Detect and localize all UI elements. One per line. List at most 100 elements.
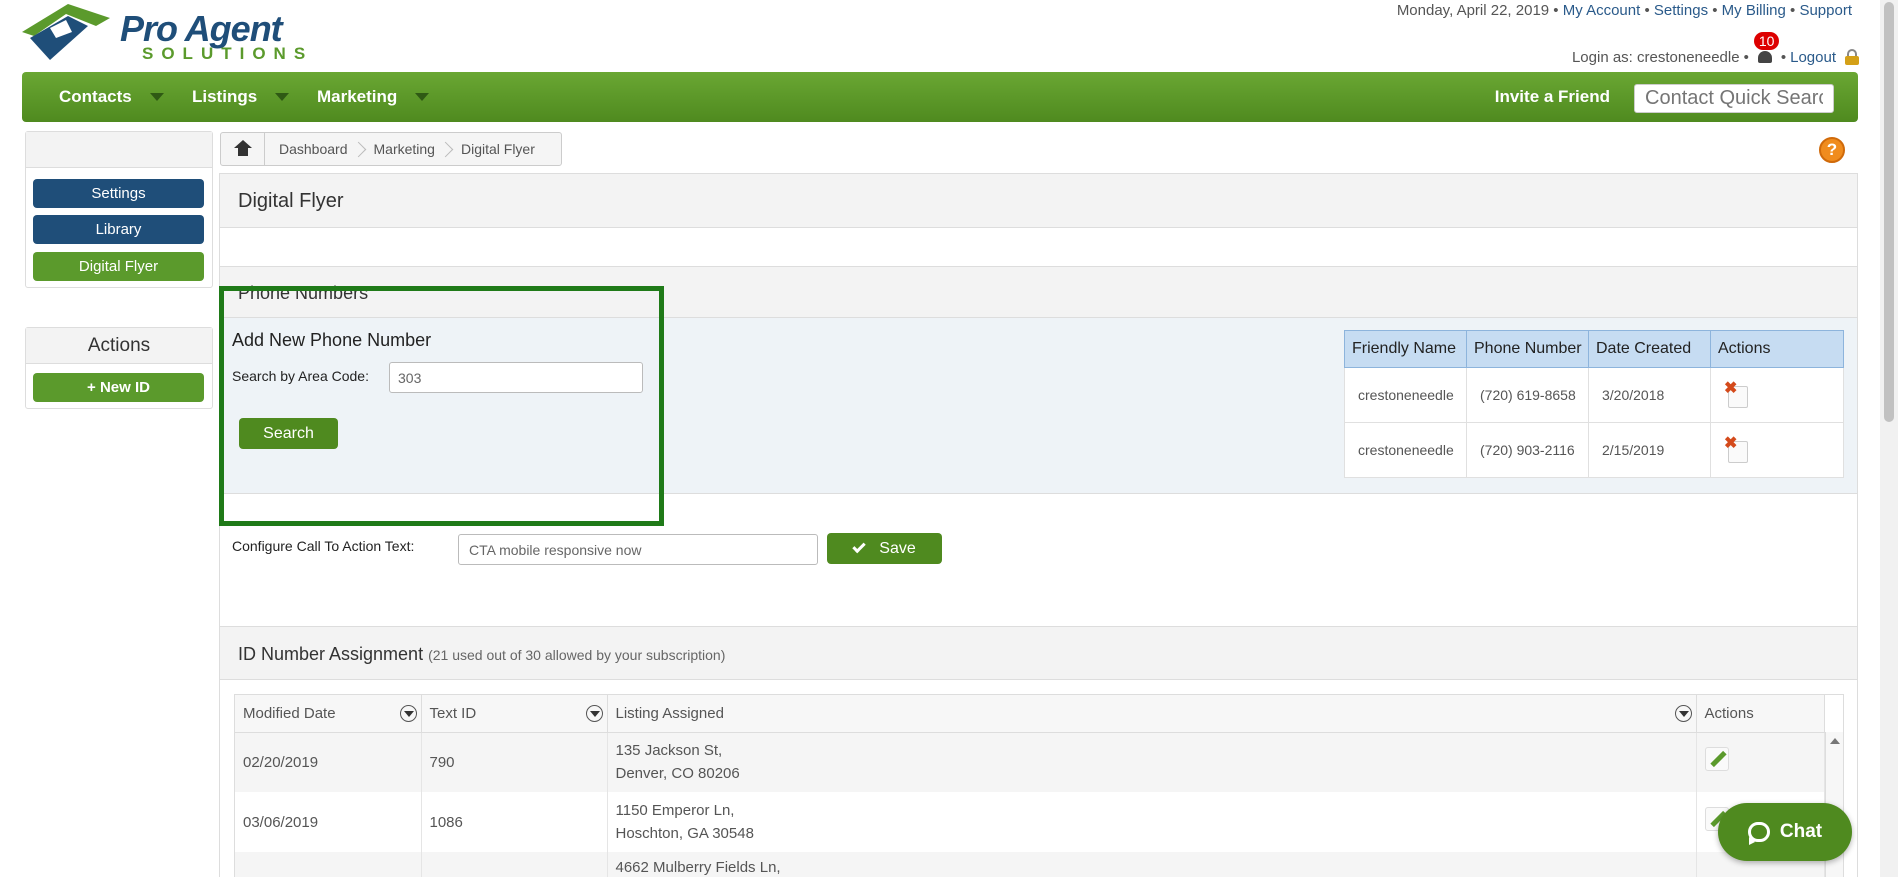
nav-contacts-label: Contacts <box>59 87 132 106</box>
filter-icon[interactable] <box>399 705 417 722</box>
chat-label: Chat <box>1779 821 1823 842</box>
phone-number-cell: (720) 903-2116 <box>1466 422 1589 478</box>
my-account-link[interactable]: My Account <box>1563 2 1641 19</box>
save-button[interactable]: Save <box>827 533 942 564</box>
phone-number-cell: (720) 619-8658 <box>1466 367 1589 423</box>
sidebar-menu: Settings Library Digital Flyer <box>25 131 213 288</box>
caret-down-icon <box>275 93 290 101</box>
text-id-cell: 790 <box>421 732 608 792</box>
modified-date-cell: 03/06/2019 <box>235 792 422 852</box>
col-actions: Actions <box>1696 695 1825 733</box>
col-listing-assigned-label: Listing Assigned <box>615 704 724 722</box>
my-billing-link[interactable]: My Billing <box>1722 2 1786 19</box>
table-row: crestoneneedle (720) 903-2116 2/15/2019 … <box>1344 422 1844 478</box>
logo-subtext: SOLUTIONS <box>142 44 314 63</box>
id-assignment-table: Modified Date Text ID Listing Assigned A… <box>234 694 1844 877</box>
actions-panel: Actions + New ID <box>25 327 213 409</box>
caret-down-icon <box>415 93 430 101</box>
filter-icon[interactable] <box>1674 705 1692 722</box>
main-panel: Digital Flyer Phone Numbers Add New Phon… <box>219 173 1858 877</box>
table-row: 02/20/2019 790 135 Jackson St, Denver, CO… <box>235 732 1825 792</box>
breadcrumb-dashboard[interactable]: Dashboard <box>265 141 360 157</box>
table-row: crestoneneedle (720) 619-8658 3/20/2018 … <box>1344 367 1844 423</box>
actions-title: Actions <box>26 328 212 364</box>
phone-numbers-heading: Phone Numbers <box>220 266 1857 318</box>
col-date-created[interactable]: Date Created <box>1588 330 1711 368</box>
nav-listings-label: Listings <box>192 87 258 106</box>
main-navbar: Contacts Listings Marketing Invite a Fri… <box>22 72 1858 122</box>
modified-date-cell <box>235 852 422 877</box>
listing-address-line1: 135 Jackson St, <box>615 742 723 760</box>
modified-date-cell: 02/20/2019 <box>235 732 422 792</box>
house-logo-icon <box>22 4 110 60</box>
col-listing-assigned[interactable]: Listing Assigned <box>607 695 1697 733</box>
top-links: Monday, April 22, 2019 • My Account • Se… <box>1396 2 1852 19</box>
delete-icon[interactable]: ✖ <box>1724 435 1748 463</box>
caret-down-icon <box>149 93 164 101</box>
sidebar-library-button[interactable]: Library <box>33 215 204 244</box>
chat-bubble-icon <box>1747 822 1770 845</box>
col-friendly-name[interactable]: Friendly Name <box>1344 330 1467 368</box>
checkmark-icon <box>852 539 866 554</box>
delete-icon[interactable]: ✖ <box>1724 380 1748 408</box>
filter-icon[interactable] <box>585 705 603 722</box>
breadcrumb-digital-flyer: Digital Flyer <box>460 141 535 157</box>
listing-address-line1: 1150 Emperor Ln, <box>615 802 735 819</box>
save-label: Save <box>879 540 916 557</box>
scroll-up-icon[interactable] <box>1830 738 1840 744</box>
new-id-button[interactable]: + New ID <box>33 373 204 402</box>
login-as-label: Login as: crestoneneedle <box>1571 48 1740 66</box>
col-text-id[interactable]: Text ID <box>421 695 608 733</box>
table-row: 4662 Mulberry Fields Ln, <box>235 852 1825 877</box>
listing-address-line2: Hoschton, GA 30548 <box>615 825 754 842</box>
sidebar-settings-button[interactable]: Settings <box>33 179 204 208</box>
id-assignment-heading: ID Number Assignment (21 used out of 30 … <box>220 626 1857 680</box>
listing-address-line1: 4662 Mulberry Fields Ln, <box>615 859 781 876</box>
nav-marketing[interactable]: Marketing <box>317 72 430 122</box>
notification-badge: 10 <box>1753 32 1780 50</box>
listing-cell: 1150 Emperor Ln, Hoschton, GA 30548 <box>607 792 1697 852</box>
contact-quick-search-input[interactable] <box>1634 84 1834 113</box>
support-link[interactable]: Support <box>1799 2 1852 19</box>
login-line: Login as: crestoneneedle • 10 • Logout <box>1571 32 1860 66</box>
col-modified-date-label: Modified Date <box>243 704 336 722</box>
settings-link[interactable]: Settings <box>1654 2 1708 19</box>
id-assignment-subtitle: (21 used out of 30 allowed by your subsc… <box>428 647 726 663</box>
nav-listings[interactable]: Listings <box>192 72 290 122</box>
current-date: Monday, April 22, 2019 <box>1396 2 1550 19</box>
col-phone-number[interactable]: Phone Number <box>1466 330 1589 368</box>
logo[interactable]: Pro Agent SOLUTIONS <box>20 2 340 64</box>
search-button[interactable]: Search <box>239 418 338 449</box>
sidebar-digital-flyer-button[interactable]: Digital Flyer <box>33 252 204 281</box>
logout-link[interactable]: Logout <box>1790 49 1836 66</box>
cta-label: Configure Call To Action Text: <box>232 538 415 554</box>
phone-numbers-table: Friendly Name Phone Number Date Created … <box>1344 330 1844 478</box>
friendly-name-cell: crestoneneedle <box>1344 422 1467 478</box>
add-phone-title: Add New Phone Number <box>232 330 432 350</box>
scrollbar-thumb[interactable] <box>1884 2 1894 422</box>
date-created-cell: 3/20/2018 <box>1588 367 1711 423</box>
nav-contacts[interactable]: Contacts <box>59 72 164 122</box>
col-modified-date[interactable]: Modified Date <box>235 695 422 733</box>
home-icon[interactable] <box>221 132 265 166</box>
breadcrumb-marketing[interactable]: Marketing <box>360 141 447 157</box>
breadcrumb: Dashboard Marketing Digital Flyer <box>220 132 562 166</box>
page-title: Digital Flyer <box>220 174 1857 228</box>
page-scrollbar[interactable] <box>1880 0 1898 877</box>
invite-friend-link[interactable]: Invite a Friend <box>1495 72 1610 122</box>
area-code-input[interactable] <box>389 362 643 393</box>
cta-text-input[interactable] <box>458 534 818 565</box>
text-id-cell: 1086 <box>421 792 608 852</box>
id-assignment-title: ID Number Assignment <box>238 644 424 664</box>
listing-cell: 135 Jackson St, Denver, CO 80206 <box>607 732 1697 792</box>
edit-pencil-icon[interactable] <box>1704 746 1729 771</box>
chat-button[interactable]: Chat <box>1718 803 1852 861</box>
col-actions: Actions <box>1710 330 1844 368</box>
bell-icon[interactable]: 10 <box>1753 32 1780 66</box>
date-created-cell: 2/15/2019 <box>1588 422 1711 478</box>
listing-cell: 4662 Mulberry Fields Ln, <box>607 852 1697 877</box>
friendly-name-cell: crestoneneedle <box>1344 367 1467 423</box>
nav-marketing-label: Marketing <box>317 87 398 106</box>
help-icon[interactable]: ? <box>1819 137 1845 163</box>
listing-address-line2: Denver, CO 80206 <box>615 765 740 783</box>
